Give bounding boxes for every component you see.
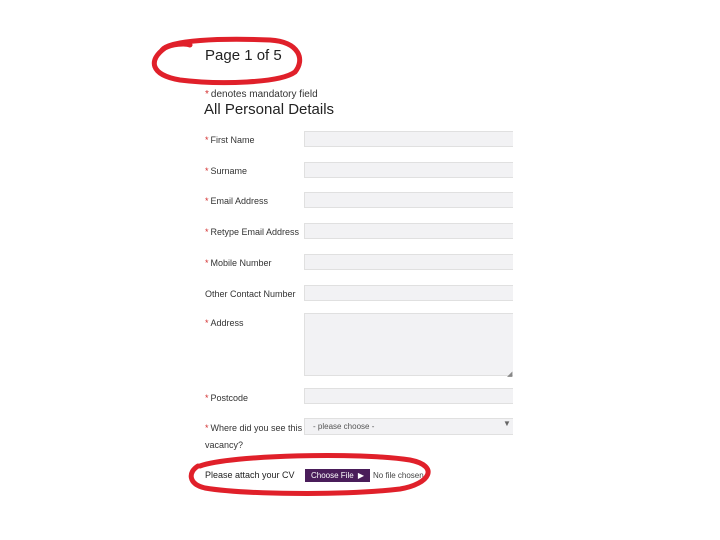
annotation-layer [151,36,431,496]
annotation-circle-cv-upload [188,452,431,496]
annotation-circle-page-indicator [151,36,303,86]
